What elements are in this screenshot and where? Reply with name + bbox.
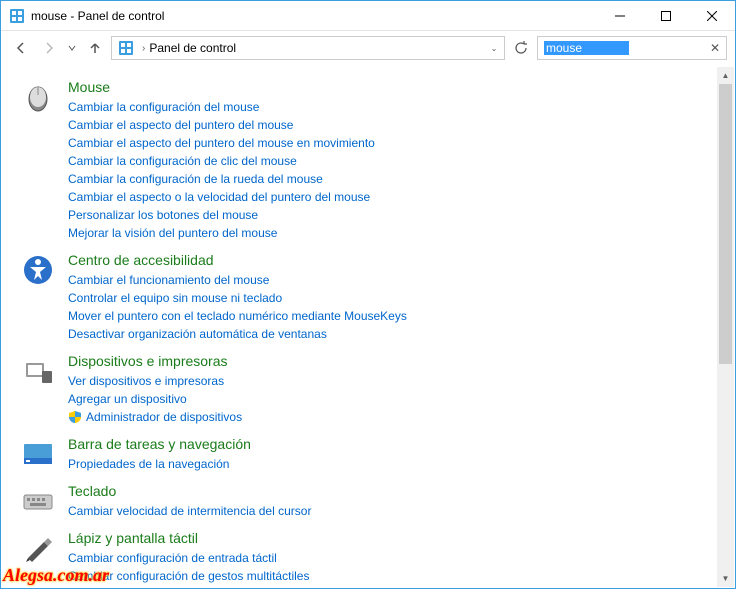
section: Teclado Cambiar velocidad de intermitenci… xyxy=(22,483,697,520)
scrollbar-thumb[interactable] xyxy=(719,84,732,364)
clear-search-icon[interactable]: ✕ xyxy=(710,41,720,55)
section-link[interactable]: Cambiar configuración de gestos multitác… xyxy=(68,567,697,585)
section-link[interactable]: Cambiar velocidad de intermitencia del c… xyxy=(68,502,697,520)
section-link[interactable]: Personalizar los botones del mouse xyxy=(68,206,697,224)
section-link[interactable]: Controlar el equipo sin mouse ni teclado xyxy=(68,289,697,307)
section-body: Barra de tareas y navegación Propiedades … xyxy=(68,436,697,473)
history-dropdown[interactable] xyxy=(65,44,79,52)
section-title[interactable]: Lápiz y pantalla táctil xyxy=(68,530,697,546)
section-link[interactable]: Agregar un dispositivo xyxy=(68,390,697,408)
section-title[interactable]: Mouse xyxy=(68,79,697,95)
shield-link[interactable]: Administrador de dispositivos xyxy=(68,408,697,426)
section: Centro de accesibilidad Cambiar el funcio… xyxy=(22,252,697,343)
shield-icon xyxy=(68,410,82,424)
section-link[interactable]: Cambiar configuración de entrada táctil xyxy=(68,549,697,567)
content-area: MouseCambiar la configuración del mouseC… xyxy=(2,67,717,587)
refresh-button[interactable] xyxy=(509,36,533,60)
section-title[interactable]: Teclado xyxy=(68,483,697,499)
section: Dispositivos e impresoras Ver dispositivo… xyxy=(22,353,697,426)
minimize-button[interactable] xyxy=(597,1,643,31)
section-link[interactable]: Cambiar el aspecto del puntero del mouse… xyxy=(68,134,697,152)
section-title[interactable]: Dispositivos e impresoras xyxy=(68,353,697,369)
section-link[interactable]: Cambiar el aspecto o la velocidad del pu… xyxy=(68,188,697,206)
section: Barra de tareas y navegación Propiedades … xyxy=(22,436,697,473)
section-link[interactable]: Cambiar el aspecto del puntero del mouse xyxy=(68,116,697,134)
section-body: MouseCambiar la configuración del mouseC… xyxy=(68,79,697,242)
section: Lápiz y pantalla táctil Cambiar configura… xyxy=(22,530,697,585)
window-controls xyxy=(597,1,735,30)
section-link[interactable]: Cambiar la configuración del mouse xyxy=(68,98,697,116)
back-button[interactable] xyxy=(9,36,33,60)
forward-button[interactable] xyxy=(37,36,61,60)
section-link[interactable]: Propiedades de la navegación xyxy=(68,455,697,473)
navigation-bar: › Panel de control ⌄ mouse ✕ xyxy=(1,31,735,65)
shield-link-text: Administrador de dispositivos xyxy=(86,408,242,426)
titlebar: mouse - Panel de control xyxy=(1,1,735,31)
up-button[interactable] xyxy=(83,36,107,60)
section-link[interactable]: Cambiar la configuración de clic del mou… xyxy=(68,152,697,170)
window-title: mouse - Panel de control xyxy=(31,9,597,23)
section: MouseCambiar la configuración del mouseC… xyxy=(22,79,697,242)
watermark: Alegsa.com.ar xyxy=(3,565,109,586)
address-text: Panel de control xyxy=(149,41,486,55)
section-link[interactable]: Cambiar la configuración de la rueda del… xyxy=(68,170,697,188)
keyboard-icon xyxy=(22,485,54,517)
taskbar-icon xyxy=(22,438,54,470)
scroll-down-button[interactable]: ▼ xyxy=(717,570,734,587)
search-box[interactable]: mouse ✕ xyxy=(537,36,727,60)
chevron-right-icon[interactable]: › xyxy=(138,43,149,54)
search-text: mouse xyxy=(544,41,629,55)
accessibility-icon xyxy=(22,254,54,286)
section-link[interactable]: Cambiar el funcionamiento del mouse xyxy=(68,271,697,289)
section-title[interactable]: Centro de accesibilidad xyxy=(68,252,697,268)
section-link[interactable]: Mejorar la visión del puntero del mouse xyxy=(68,224,697,242)
section-link[interactable]: Desactivar organización automática de ve… xyxy=(68,325,697,343)
section-link[interactable]: Ver dispositivos e impresoras xyxy=(68,372,697,390)
maximize-button[interactable] xyxy=(643,1,689,31)
scroll-up-button[interactable]: ▲ xyxy=(717,67,734,84)
close-button[interactable] xyxy=(689,1,735,31)
address-dropdown[interactable]: ⌄ xyxy=(486,44,502,53)
scrollbar[interactable]: ▲ ▼ xyxy=(717,67,734,587)
section-link[interactable]: Mover el puntero con el teclado numérico… xyxy=(68,307,697,325)
section-body: Dispositivos e impresoras Ver dispositivo… xyxy=(68,353,697,426)
section-body: Teclado Cambiar velocidad de intermitenci… xyxy=(68,483,697,520)
control-panel-icon xyxy=(9,8,25,24)
section-title[interactable]: Barra de tareas y navegación xyxy=(68,436,697,452)
section-body: Lápiz y pantalla táctil Cambiar configura… xyxy=(68,530,697,585)
pen-icon xyxy=(22,532,54,564)
section-body: Centro de accesibilidad Cambiar el funcio… xyxy=(68,252,697,343)
devices-icon xyxy=(22,355,54,387)
address-bar[interactable]: › Panel de control ⌄ xyxy=(111,36,505,60)
control-panel-icon xyxy=(118,40,134,56)
mouse-icon xyxy=(22,81,54,113)
